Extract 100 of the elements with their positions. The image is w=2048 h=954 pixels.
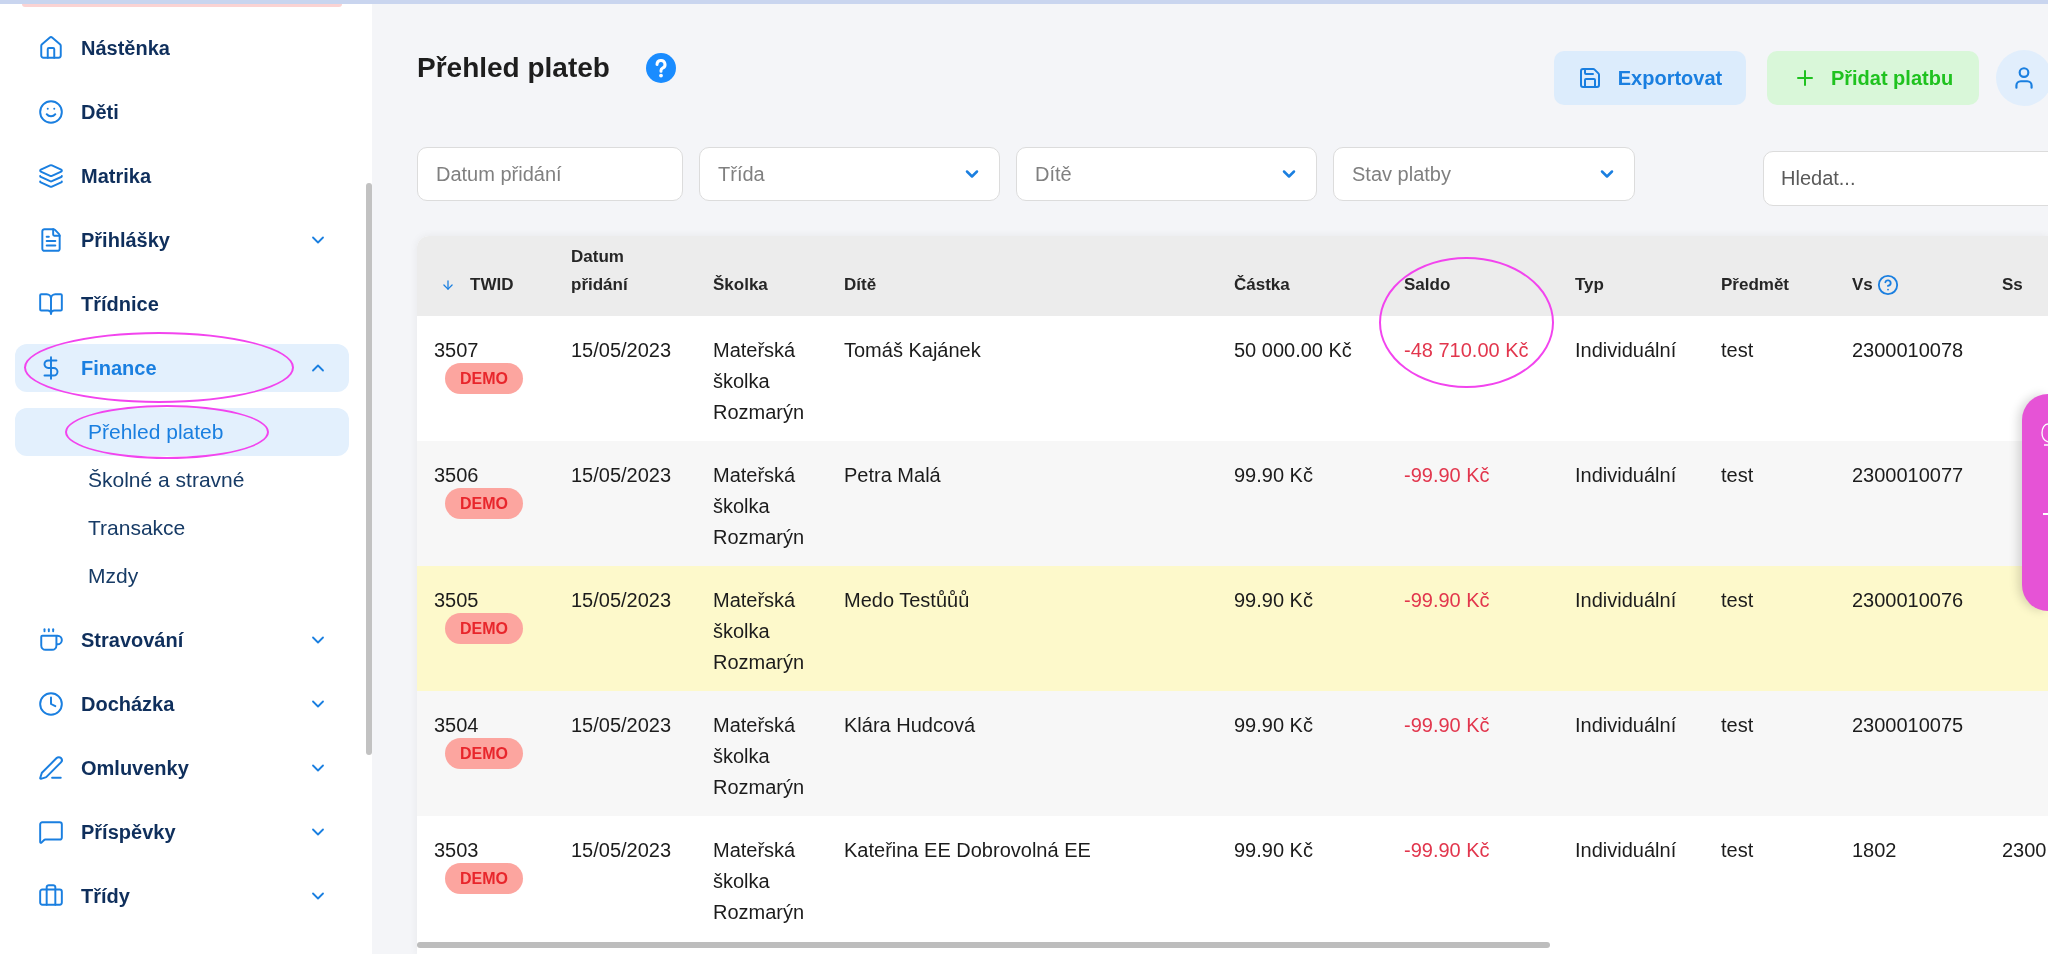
chat-bubble-icon [38,819,64,845]
table-cell: 2300010075 [1852,714,1964,736]
smile-icon [38,99,64,125]
home-icon [38,35,64,61]
demo-badge: DEMO [445,488,523,519]
table-cell: Individuální [1575,839,1677,861]
minus-icon [2043,513,2048,515]
table-cell: 15/05/2023 [571,839,672,861]
document-icon [38,227,64,253]
layers-icon [38,163,64,189]
column-header[interactable]: Částka [1234,271,1290,299]
sidebar-subitem[interactable]: Transakce [15,504,349,552]
table-cell: 2300 [2002,839,2047,861]
dropdown[interactable]: Stav platby [1333,147,1635,201]
table-cell: test [1721,464,1754,486]
sidebar-item[interactable]: Přihlášky [15,216,349,264]
sidebar-item[interactable]: Matrika [15,152,349,200]
table-cell: Klára Hudcová [844,714,976,736]
book-icon [38,291,64,317]
column-header[interactable]: Saldo [1404,271,1451,299]
table-cell: Mateřská školka Rozmarýn [713,339,805,423]
table-cell: Medo Testůůů [844,589,970,611]
user-avatar-button[interactable] [1996,50,2048,106]
table-cell: 99.90 Kč [1234,589,1313,611]
table-cell: 15/05/2023 [571,339,672,361]
dropdown[interactable]: Dítě [1016,147,1317,201]
sidebar-subitem[interactable]: Školné a stravné [15,456,349,504]
sidebar-item[interactable]: Třídnice [15,280,349,328]
table-cell: 15/05/2023 [571,589,672,611]
table-cell: Mateřská školka Rozmarýn [713,839,805,923]
table-cell: Mateřská školka Rozmarýn [713,714,805,798]
table-cell: 2300010076 [1852,589,1964,611]
table-cell: 99.90 Kč [1234,464,1313,486]
date-field[interactable]: Datum přidání [417,147,683,201]
table-cell-text: 3504 [434,713,479,738]
column-header[interactable]: Ss [2002,271,2023,299]
table-cell: -99.90 Kč [1404,714,1490,736]
table-cell: 2300010078 [1852,339,1964,361]
dropdown[interactable]: Třída [699,147,1000,201]
sidebar-item[interactable]: Omluvenky [15,744,349,792]
page-title: Přehled plateb [417,51,610,85]
table-cell: test [1721,839,1754,861]
table-cell-text: 3506 [434,463,479,488]
table-cell: 99.90 Kč [1234,839,1313,861]
demo-badge: DEMO [445,863,523,894]
table-cell: Individuální [1575,464,1677,486]
pen-icon [38,755,64,781]
table-cell: Mateřská školka Rozmarýn [713,589,805,673]
column-header[interactable]: Dítě [844,271,877,299]
table-cell: Mateřská školka Rozmarýn [713,464,805,548]
table-cell: Tomáš Kajánek [844,339,981,361]
sidebar-item[interactable]: Finance [15,344,349,392]
sidebar-item[interactable]: Příspěvky [15,808,349,856]
sidebar-item[interactable]: Stravování [15,616,349,664]
column-header[interactable]: Typ [1575,271,1604,299]
table-cell: 50 000.00 Kč [1234,339,1352,361]
table-cell: test [1721,339,1754,361]
sidebar-item[interactable]: Nástěnka [15,24,349,72]
sidebar-subitem[interactable]: Přehled plateb [15,408,349,456]
sidebar-item[interactable]: Třídy [15,872,349,920]
table-cell-text: 3505 [434,588,479,613]
table-cell: 1802 [1852,839,1897,861]
table-cell: 15/05/2023 [571,464,672,486]
table-cell: -99.90 Kč [1404,839,1490,861]
table-cell: Petra Malá [844,464,941,486]
column-header[interactable]: Školka [713,271,768,299]
table-cell: test [1721,714,1754,736]
table-cell: 15/05/2023 [571,714,672,736]
table-cell: 99.90 Kč [1234,714,1313,736]
demo-badge: DEMO [445,613,523,644]
clock-icon [38,691,64,717]
table-cell: Individuální [1575,714,1677,736]
briefcase-icon [38,883,64,909]
search-field[interactable]: Hledat... [1763,151,2048,206]
scrollbar-thumb[interactable] [366,183,372,755]
table-cell: test [1721,589,1754,611]
cup-icon [38,627,64,653]
table-cell: -48 710.00 Kč [1404,339,1529,361]
save-icon [1577,66,1602,90]
sidebar-subitem[interactable]: Mzdy [15,552,349,600]
column-header[interactable]: TWID [434,271,514,299]
table-cell-text: 3503 [434,838,479,863]
column-header[interactable]: Předmět [1721,271,1790,299]
scrollbar-thumb[interactable] [417,942,1550,948]
help-icon[interactable] [645,53,676,83]
demo-badge: DEMO [445,738,523,769]
table-cell: 2300010077 [1852,464,1964,486]
outline-icon [2041,423,2048,449]
table-cell-text: 3507 [434,338,479,363]
table-cell: -99.90 Kč [1404,464,1490,486]
column-header[interactable]: Datum přidání [571,243,681,299]
column-header[interactable]: Vs [1852,271,1899,299]
sidebar-item[interactable]: Docházka [15,680,349,728]
table-cell: Individuální [1575,339,1677,361]
table-cell: -99.90 Kč [1404,589,1490,611]
table-cell: Kateřina EE Dobrovolná EE [844,839,1091,861]
table-cell: Individuální [1575,589,1677,611]
sidebar-item[interactable]: Děti [15,88,349,136]
demo-badge: DEMO [445,363,523,394]
floating-side-tab[interactable] [2022,394,2048,611]
